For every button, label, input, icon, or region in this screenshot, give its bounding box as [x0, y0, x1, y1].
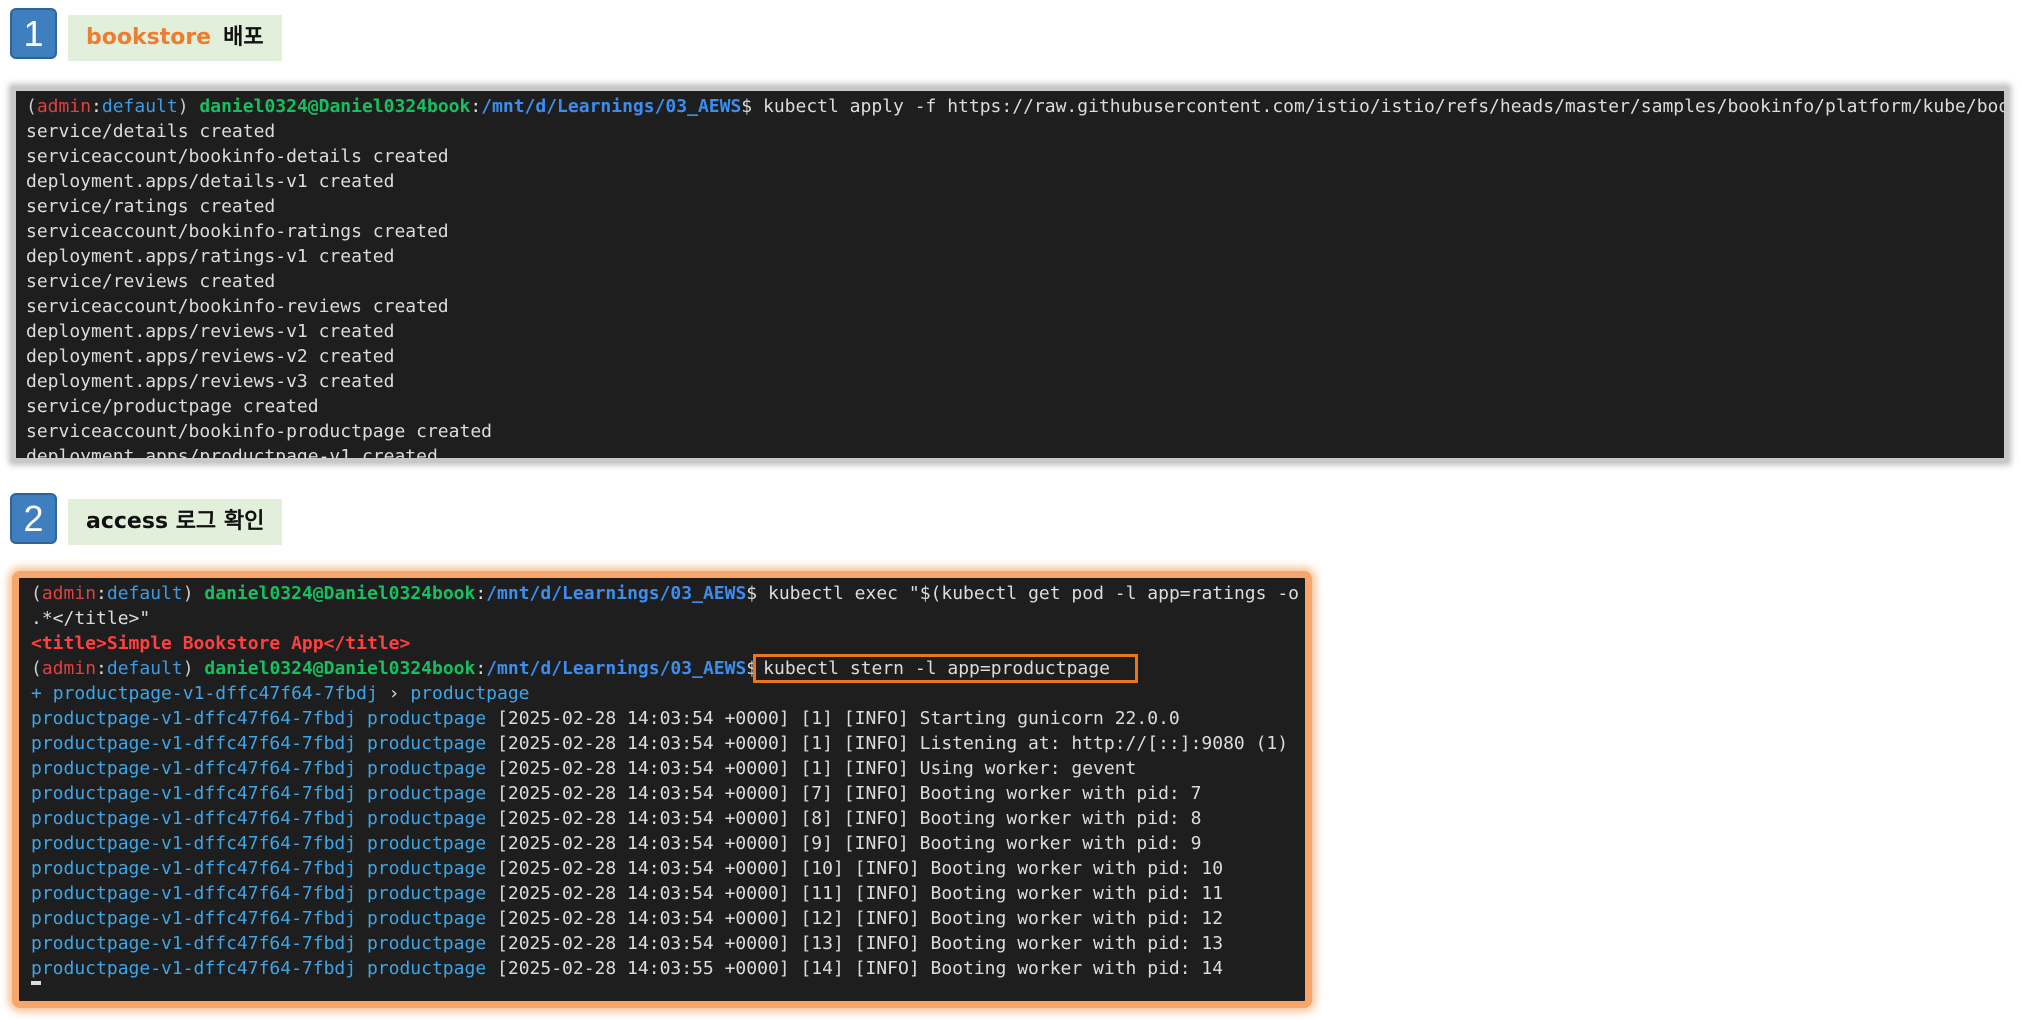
- output-line: service/ratings created: [26, 196, 276, 217]
- output-line: service/reviews created: [26, 271, 276, 292]
- log-line: productpage-v1-dffc47f64-7fbdj productpa…: [31, 883, 1224, 904]
- step-1-title-rest: 배포: [223, 25, 264, 50]
- step-1-title-highlight: bookstore: [86, 25, 212, 50]
- terminal-apply[interactable]: (admin:default) daniel0324@Daniel0324boo…: [12, 87, 2008, 462]
- log-line: productpage-v1-dffc47f64-7fbdj productpa…: [31, 908, 1224, 929]
- log-line: productpage-v1-dffc47f64-7fbdj productpa…: [31, 833, 1202, 854]
- step-2-title: access 로그 확인: [68, 499, 283, 545]
- output-line: deployment.apps/ratings-v1 created: [26, 246, 395, 267]
- title-output: <title>Simple Bookstore App</title>: [31, 633, 411, 654]
- stern-prompt-line: (admin:default) daniel0324@Daniel0324boo…: [31, 654, 1305, 683]
- exec-command: kubectl exec "$(kubectl get pod -l app=r…: [757, 583, 1299, 604]
- log-line: productpage-v1-dffc47f64-7fbdj productpa…: [31, 858, 1224, 879]
- stern-plus-line: + productpage-v1-dffc47f64-7fbdj › produ…: [31, 683, 530, 704]
- step-2-badge: 2: [10, 493, 57, 544]
- log-line: productpage-v1-dffc47f64-7fbdj productpa…: [31, 708, 1180, 729]
- exec-prompt-line: (admin:default) daniel0324@Daniel0324boo…: [31, 583, 1299, 604]
- stern-command-highlight: kubectl stern -l app=productpage: [753, 654, 1138, 683]
- output-line: serviceaccount/bookinfo-productpage crea…: [26, 421, 492, 442]
- log-line: productpage-v1-dffc47f64-7fbdj productpa…: [31, 958, 1224, 979]
- apply-command: kubectl apply -f https://raw.githubuserc…: [752, 96, 2008, 117]
- output-line: deployment.apps/reviews-v2 created: [26, 346, 395, 367]
- log-line: productpage-v1-dffc47f64-7fbdj productpa…: [31, 783, 1202, 804]
- output-line: serviceaccount/bookinfo-details created: [26, 146, 449, 167]
- log-line: productpage-v1-dffc47f64-7fbdj productpa…: [31, 933, 1224, 954]
- cursor-line: [31, 981, 1305, 1001]
- output-line: deployment.apps/productpage-v1 created: [26, 446, 438, 462]
- log-line: productpage-v1-dffc47f64-7fbdj productpa…: [31, 808, 1202, 829]
- step-1-badge: 1: [10, 8, 57, 59]
- output-line: service/details created: [26, 121, 276, 142]
- step-1-title: bookstore 배포: [68, 15, 282, 61]
- terminal-logs[interactable]: (admin:default) daniel0324@Daniel0324boo…: [12, 571, 1312, 1008]
- log-line: productpage-v1-dffc47f64-7fbdj productpa…: [31, 733, 1289, 754]
- output-line: serviceaccount/bookinfo-ratings created: [26, 221, 449, 242]
- output-line: deployment.apps/reviews-v1 created: [26, 321, 395, 342]
- output-line: service/productpage created: [26, 396, 319, 417]
- terminal-apply-prompt-line: (admin:default) daniel0324@Daniel0324boo…: [26, 94, 2004, 119]
- output-line: serviceaccount/bookinfo-reviews created: [26, 296, 449, 317]
- terminal-cursor: [31, 981, 41, 985]
- log-line: productpage-v1-dffc47f64-7fbdj productpa…: [31, 758, 1137, 779]
- output-line: deployment.apps/reviews-v3 created: [26, 371, 395, 392]
- output-line: deployment.apps/details-v1 created: [26, 171, 395, 192]
- exec-command-continuation: .*</title>": [31, 608, 151, 629]
